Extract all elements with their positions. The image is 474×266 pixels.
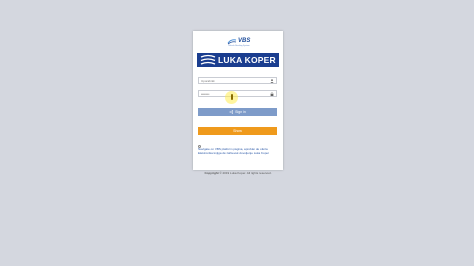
text-cursor-icon (230, 94, 233, 100)
notice-line-2[interactable]: Elektronika knjiga dé zahtevek dovoljenj… (198, 151, 280, 156)
username-field[interactable] (198, 77, 277, 84)
vbs-truck-icon (227, 39, 237, 45)
sign-in-icon (229, 110, 234, 114)
copyright-label: Copyright (204, 171, 219, 175)
sign-in-button[interactable]: Sign in (198, 108, 277, 116)
username-input[interactable] (201, 78, 269, 83)
luka-koper-logo: LUKA KOPER (197, 53, 279, 67)
luka-koper-logo-text: LUKA KOPER (218, 55, 276, 65)
vbs-logo-text: VBS (238, 38, 251, 44)
show-label: Show (233, 129, 242, 133)
vbs-logo: VBS Vehicle Booking System (224, 37, 254, 49)
luka-koper-mark-icon (200, 54, 216, 65)
user-icon (270, 79, 274, 83)
login-card: VBS Vehicle Booking System LUKA KOPER Up… (193, 31, 283, 170)
sign-in-label: Sign in (235, 110, 246, 114)
lock-icon (270, 92, 274, 96)
copyright-text: © 2019 Luka Koper. All rights reserved. (219, 171, 272, 175)
copyright-footer: Copyright © 2019 Luka Koper. All rights … (193, 171, 283, 175)
mouse-cursor-highlight (225, 91, 238, 104)
show-button[interactable]: Show (198, 127, 277, 135)
vbs-logo-subtitle: Vehicle Booking System (228, 45, 250, 47)
notice-text[interactable]: Navigate on VBS platform página, aprobán… (198, 147, 280, 156)
